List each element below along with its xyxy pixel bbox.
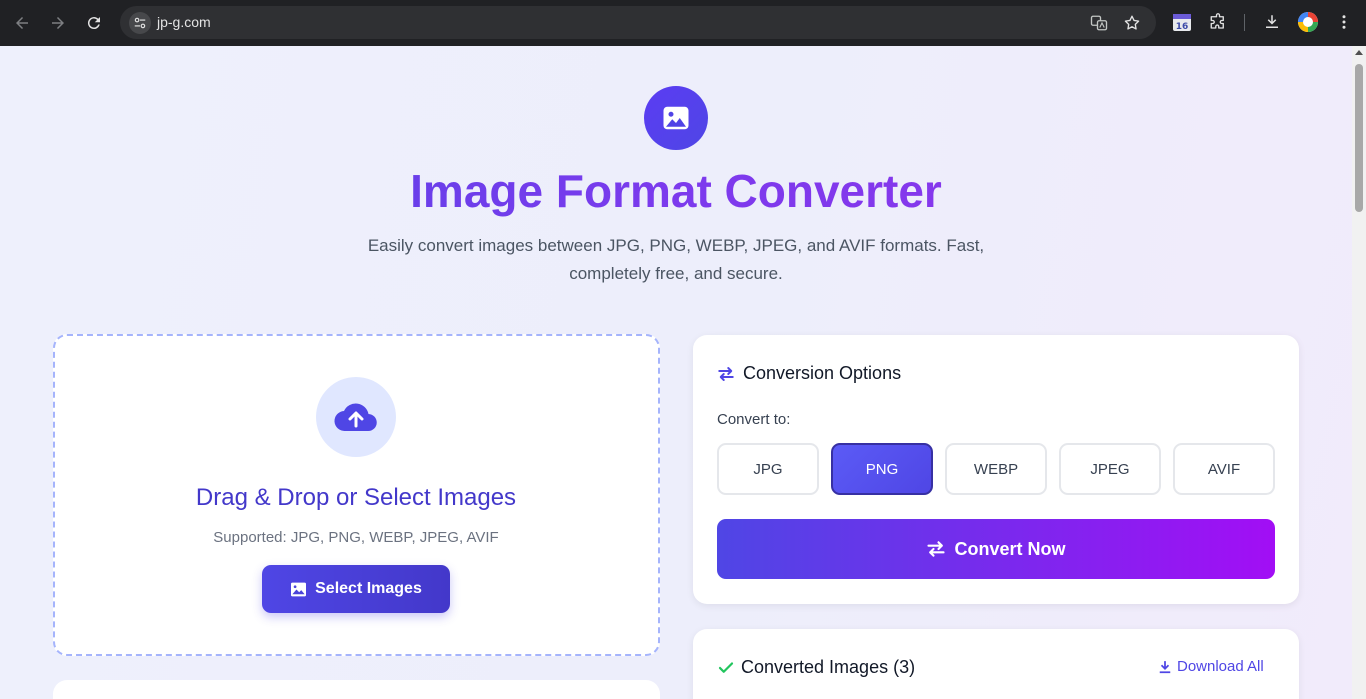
page-content: Image Format Converter Easily convert im… <box>0 46 1352 699</box>
swap-arrows-icon <box>927 541 946 557</box>
download-icon[interactable] <box>1261 11 1283 33</box>
conversion-options-header: Conversion Options <box>717 363 901 384</box>
translate-icon[interactable] <box>1089 13 1109 33</box>
back-button[interactable] <box>8 9 36 37</box>
arrow-right-icon <box>52 17 64 29</box>
image-icon <box>291 582 307 596</box>
format-option-png[interactable]: PNG <box>831 443 933 495</box>
converted-images-card: Converted Images (3) Download All <box>693 629 1299 699</box>
download-all-button[interactable]: Download All <box>1158 658 1264 675</box>
format-option-jpg[interactable]: JPG <box>717 443 819 495</box>
next-card <box>53 680 660 699</box>
format-option-jpeg[interactable]: JPEG <box>1059 443 1161 495</box>
browser-menu-icon[interactable] <box>1333 11 1355 33</box>
convert-now-button[interactable]: Convert Now <box>717 519 1275 579</box>
site-settings-icon[interactable] <box>129 12 151 34</box>
browser-toolbar: jp-g.com 16 <box>0 0 1366 46</box>
swap-arrows-icon <box>718 366 734 381</box>
extensions-puzzle-icon[interactable] <box>1207 11 1229 33</box>
upload-title: Drag & Drop or Select Images <box>195 484 517 511</box>
profile-avatar-icon[interactable] <box>1297 11 1319 33</box>
checkmark-icon <box>718 661 734 673</box>
format-option-avif[interactable]: AVIF <box>1173 443 1275 495</box>
select-images-label: Select Images <box>315 580 422 597</box>
bookmark-star-icon[interactable] <box>1122 13 1142 33</box>
page-scrollbar[interactable] <box>1352 46 1366 699</box>
calendar-extension-icon[interactable]: 16 <box>1171 11 1193 33</box>
reload-button[interactable] <box>80 9 108 37</box>
image-icon <box>644 86 708 150</box>
converted-images-title: Converted Images (3) <box>741 657 916 677</box>
url-text: jp-g.com <box>157 14 211 30</box>
page-subtitle: Easily convert images between JPG, PNG, … <box>367 236 985 283</box>
supported-formats-text: Supported: JPG, PNG, WEBP, JPEG, AVIF <box>213 529 499 546</box>
toolbar-separator <box>1244 14 1245 31</box>
convert-to-label: Convert to: <box>717 411 791 428</box>
select-images-button[interactable]: Select Images <box>262 565 450 613</box>
convert-now-label: Convert Now <box>954 538 1066 559</box>
format-option-webp[interactable]: WEBP <box>945 443 1047 495</box>
address-bar[interactable]: jp-g.com <box>120 6 1156 39</box>
page-title: Image Format Converter <box>0 164 1352 218</box>
conversion-options-title: Conversion Options <box>743 363 902 383</box>
upload-dropzone[interactable]: Drag & Drop or Select Images Supported: … <box>53 334 660 656</box>
forward-button[interactable] <box>44 9 72 37</box>
converted-images-header: Converted Images (3) <box>717 657 915 678</box>
scrollbar-thumb[interactable] <box>1355 64 1363 212</box>
download-all-label: Download All <box>1177 658 1264 675</box>
calendar-badge: 16 <box>1176 22 1189 32</box>
download-icon <box>1159 660 1171 673</box>
conversion-options-card: Conversion Options Convert to: JPG PNG W… <box>693 335 1299 604</box>
arrow-left-icon <box>16 17 28 29</box>
reload-icon <box>87 17 100 30</box>
scroll-up-arrow-icon[interactable] <box>1355 50 1363 55</box>
cloud-upload-icon <box>316 377 396 457</box>
